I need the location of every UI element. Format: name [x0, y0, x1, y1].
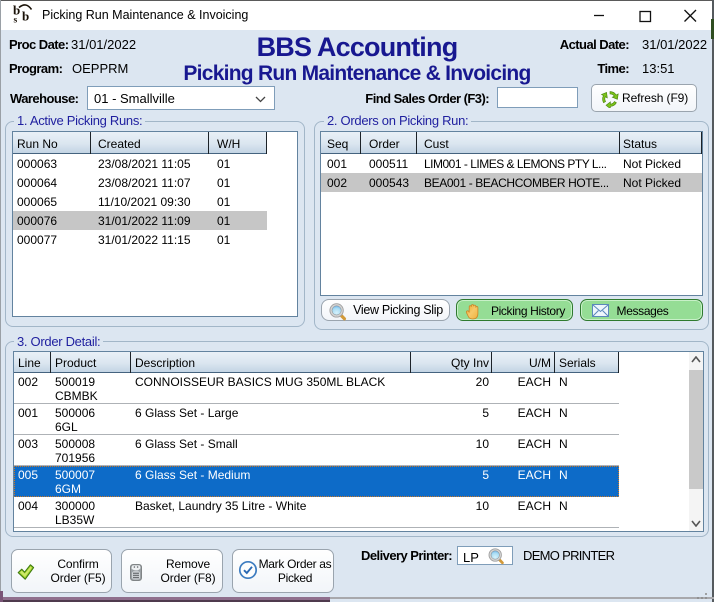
svg-text:s: s	[14, 16, 18, 26]
svg-text:b: b	[22, 9, 29, 24]
